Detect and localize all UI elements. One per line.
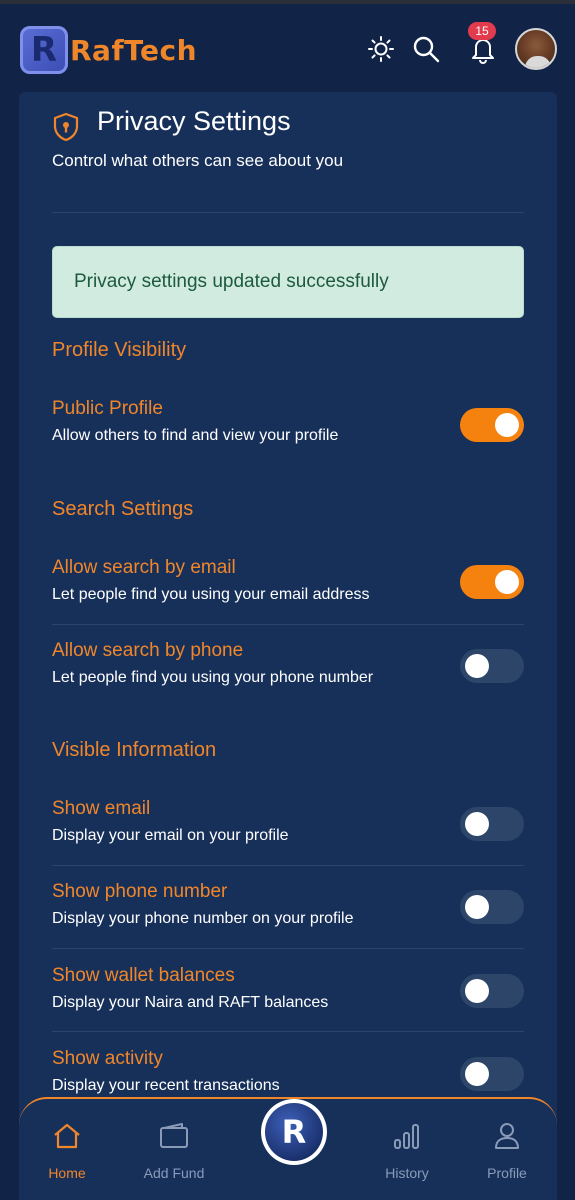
toggle-knob	[465, 654, 489, 678]
setting-label: Public Profile	[52, 398, 163, 419]
setting-label: Show wallet balances	[52, 965, 235, 986]
row-divider	[52, 1031, 524, 1032]
nav-profile-icon-wrap	[462, 1119, 552, 1153]
nav-history-label: History	[385, 1165, 429, 1181]
theme-toggle-button[interactable]	[366, 34, 396, 64]
wallet-icon	[160, 1123, 188, 1148]
raft-logo-icon: R	[265, 1103, 323, 1161]
section-title-profile-visibility: Profile Visibility	[52, 339, 187, 361]
search-icon	[413, 36, 440, 63]
setting-row-show-phone: Show phone number Display your phone num…	[52, 881, 524, 961]
brand-logo[interactable]: R RafTech	[20, 26, 197, 74]
nav-home-icon-wrap	[22, 1119, 112, 1153]
home-icon	[54, 1123, 80, 1149]
success-alert: Privacy settings updated successfully	[52, 246, 524, 318]
setting-description: Let people find you using your phone num…	[52, 669, 374, 686]
screen: R RafTech 15 Privacy Settings Control wh…	[0, 0, 575, 1200]
row-divider	[52, 948, 524, 949]
show-wallet-toggle[interactable]	[460, 974, 524, 1008]
setting-description: Display your Naira and RAFT balances	[52, 994, 329, 1011]
divider	[52, 212, 524, 213]
nav-home[interactable]: Home	[22, 1119, 112, 1181]
section-title-search-settings: Search Settings	[52, 498, 194, 520]
nav-add-fund[interactable]: Add Fund	[129, 1119, 219, 1181]
center-action-button[interactable]: R	[261, 1099, 327, 1165]
avatar[interactable]	[515, 28, 557, 70]
setting-description: Display your phone number on your profil…	[52, 910, 354, 927]
setting-label: Show email	[52, 798, 151, 819]
notification-badge: 15	[468, 22, 496, 40]
setting-description: Display your email on your profile	[52, 827, 289, 844]
setting-row-search-phone: Allow search by phone Let people find yo…	[52, 640, 524, 700]
setting-label: Show activity	[52, 1048, 163, 1069]
setting-description: Let people find you using your email add…	[52, 586, 370, 603]
setting-label: Allow search by phone	[52, 640, 244, 661]
nav-profile[interactable]: Profile	[462, 1119, 552, 1181]
setting-description: Display your recent transactions	[52, 1077, 280, 1094]
nav-add-fund-label: Add Fund	[143, 1165, 205, 1181]
nav-home-label: Home	[48, 1165, 86, 1181]
page-subtitle: Control what others can see about you	[52, 151, 344, 170]
search-phone-toggle[interactable]	[460, 649, 524, 683]
nav-history-icon-wrap	[362, 1119, 452, 1153]
section-title-visible-information: Visible Information	[52, 739, 217, 761]
row-divider	[52, 624, 524, 625]
toggle-knob	[465, 1062, 489, 1086]
bottom-navigation: Home Add Fund R History Profile	[19, 1097, 557, 1200]
page-title: Privacy Settings	[97, 106, 291, 136]
user-icon	[495, 1123, 519, 1149]
toggle-knob	[465, 812, 489, 836]
setting-label: Allow search by email	[52, 557, 236, 578]
setting-description: Allow others to find and view your profi…	[52, 427, 339, 444]
setting-row-show-wallet: Show wallet balances Display your Naira …	[52, 965, 524, 1045]
nav-history[interactable]: History	[362, 1119, 452, 1181]
show-activity-toggle[interactable]	[460, 1057, 524, 1091]
search-button[interactable]	[411, 34, 441, 64]
show-phone-toggle[interactable]	[460, 890, 524, 924]
nav-add-icon-wrap	[129, 1119, 219, 1153]
toggle-knob	[465, 895, 489, 919]
app-header: R RafTech 15	[0, 4, 575, 92]
row-divider	[52, 865, 524, 866]
nav-profile-label: Profile	[487, 1165, 527, 1181]
logo-mark-icon: R	[20, 26, 68, 74]
public-profile-toggle[interactable]	[460, 408, 524, 442]
sun-icon	[368, 36, 394, 62]
setting-row-public-profile: Public Profile Allow others to find and …	[52, 398, 524, 458]
show-email-toggle[interactable]	[460, 807, 524, 841]
search-email-toggle[interactable]	[460, 565, 524, 599]
toggle-knob	[465, 979, 489, 1003]
brand-name: RafTech	[70, 33, 198, 67]
setting-row-search-email: Allow search by email Let people find yo…	[52, 557, 524, 637]
toggle-knob	[495, 570, 519, 594]
toggle-knob	[495, 413, 519, 437]
setting-row-show-email: Show email Display your email on your pr…	[52, 798, 524, 878]
shield-lock-icon	[53, 112, 79, 142]
privacy-settings-card: Privacy Settings Control what others can…	[19, 92, 557, 1200]
setting-label: Show phone number	[52, 881, 228, 902]
bar-chart-icon	[394, 1124, 419, 1149]
